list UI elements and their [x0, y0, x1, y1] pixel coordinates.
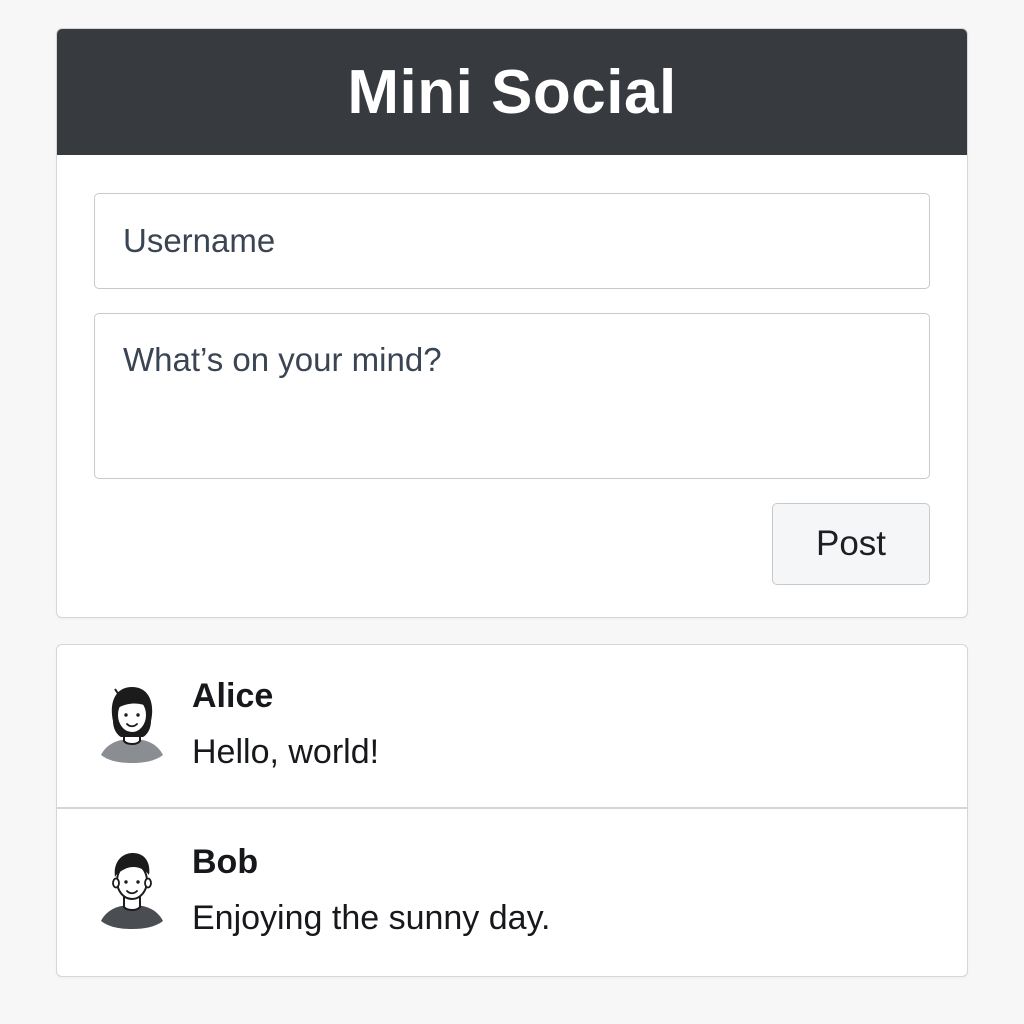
- man-avatar-icon: [101, 853, 163, 929]
- post-author: Alice: [192, 677, 274, 715]
- username-input[interactable]: [94, 193, 930, 289]
- post-text: Hello, world!: [192, 733, 380, 771]
- composer-card: Mini Social Post: [56, 28, 968, 618]
- post-feed: Alice Hello, world! Bob Enjoying the sun…: [56, 644, 968, 977]
- message-input[interactable]: [94, 313, 930, 479]
- app-title: Mini Social: [347, 57, 677, 127]
- post-text: Enjoying the sunny day.: [192, 899, 551, 937]
- post-button[interactable]: Post: [772, 503, 930, 585]
- feed-post-alice: Alice Hello, world!: [57, 645, 967, 807]
- woman-avatar-icon: [101, 687, 163, 763]
- feed-post-bob: Bob Enjoying the sunny day.: [57, 807, 967, 976]
- app-header: Mini Social: [57, 29, 967, 155]
- post-author: Bob: [192, 843, 259, 881]
